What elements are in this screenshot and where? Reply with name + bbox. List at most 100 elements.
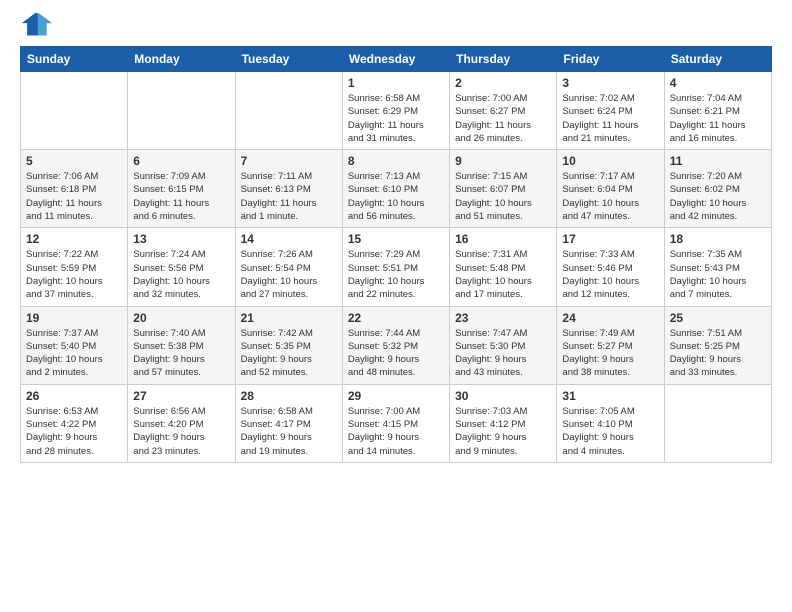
day-info: Sunrise: 7:24 AM Sunset: 5:56 PM Dayligh… [133, 248, 229, 301]
day-info: Sunrise: 7:44 AM Sunset: 5:32 PM Dayligh… [348, 327, 444, 380]
day-number: 25 [670, 311, 766, 325]
day-number: 14 [241, 232, 337, 246]
week-row-5: 26 Sunrise: 6:53 AM Sunset: 4:22 PM Dayli… [21, 384, 772, 462]
calendar-cell: 8 Sunrise: 7:13 AM Sunset: 6:10 PM Daylig… [342, 150, 449, 228]
calendar-cell: 4 Sunrise: 7:04 AM Sunset: 6:21 PM Daylig… [664, 72, 771, 150]
week-row-1: 1 Sunrise: 6:58 AM Sunset: 6:29 PM Daylig… [21, 72, 772, 150]
calendar-cell: 29 Sunrise: 7:00 AM Sunset: 4:15 PM Dayli… [342, 384, 449, 462]
calendar-cell: 17 Sunrise: 7:33 AM Sunset: 5:46 PM Dayli… [557, 228, 664, 306]
calendar-cell: 27Sunrise: 6:56 AM Sunset: 4:20 PM Dayli… [128, 384, 235, 462]
day-number: 7 [241, 154, 337, 168]
day-number: 31 [562, 389, 658, 403]
calendar-cell: 19 Sunrise: 7:37 AM Sunset: 5:40 PM Dayli… [21, 306, 128, 384]
day-info: Sunrise: 7:33 AM Sunset: 5:46 PM Dayligh… [562, 248, 658, 301]
day-info: Sunrise: 7:49 AM Sunset: 5:27 PM Dayligh… [562, 327, 658, 380]
calendar-cell [235, 72, 342, 150]
day-info: Sunrise: 7:02 AM Sunset: 6:24 PM Dayligh… [562, 92, 658, 145]
day-info: Sunrise: 7:04 AM Sunset: 6:21 PM Dayligh… [670, 92, 766, 145]
weekday-header-tuesday: Tuesday [235, 47, 342, 72]
calendar-cell: 15 Sunrise: 7:29 AM Sunset: 5:51 PM Dayli… [342, 228, 449, 306]
calendar: SundayMondayTuesdayWednesdayThursdayFrid… [20, 46, 772, 463]
day-number: 17 [562, 232, 658, 246]
weekday-header-row: SundayMondayTuesdayWednesdayThursdayFrid… [21, 47, 772, 72]
calendar-cell: 26 Sunrise: 6:53 AM Sunset: 4:22 PM Dayli… [21, 384, 128, 462]
calendar-cell: 1 Sunrise: 6:58 AM Sunset: 6:29 PM Daylig… [342, 72, 449, 150]
weekday-header-thursday: Thursday [450, 47, 557, 72]
day-info: Sunrise: 6:53 AM Sunset: 4:22 PM Dayligh… [26, 405, 122, 458]
day-number: 8 [348, 154, 444, 168]
calendar-cell: 28 Sunrise: 6:58 AM Sunset: 4:17 PM Dayli… [235, 384, 342, 462]
day-info: Sunrise: 7:47 AM Sunset: 5:30 PM Dayligh… [455, 327, 551, 380]
day-number: 16 [455, 232, 551, 246]
logo [20, 10, 56, 38]
day-info: Sunrise: 7:40 AM Sunset: 5:38 PM Dayligh… [133, 327, 229, 380]
header [20, 10, 772, 38]
calendar-cell: 30Sunrise: 7:03 AM Sunset: 4:12 PM Dayli… [450, 384, 557, 462]
calendar-cell [21, 72, 128, 150]
week-row-3: 12 Sunrise: 7:22 AM Sunset: 5:59 PM Dayli… [21, 228, 772, 306]
day-number: 29 [348, 389, 444, 403]
calendar-cell: 13 Sunrise: 7:24 AM Sunset: 5:56 PM Dayli… [128, 228, 235, 306]
weekday-header-wednesday: Wednesday [342, 47, 449, 72]
day-info: Sunrise: 7:15 AM Sunset: 6:07 PM Dayligh… [455, 170, 551, 223]
day-info: Sunrise: 7:06 AM Sunset: 6:18 PM Dayligh… [26, 170, 122, 223]
day-number: 21 [241, 311, 337, 325]
day-number: 4 [670, 76, 766, 90]
calendar-cell: 12 Sunrise: 7:22 AM Sunset: 5:59 PM Dayli… [21, 228, 128, 306]
calendar-cell: 31 Sunrise: 7:05 AM Sunset: 4:10 PM Dayli… [557, 384, 664, 462]
day-info: Sunrise: 6:58 AM Sunset: 4:17 PM Dayligh… [241, 405, 337, 458]
calendar-cell: 25 Sunrise: 7:51 AM Sunset: 5:25 PM Dayli… [664, 306, 771, 384]
day-number: 9 [455, 154, 551, 168]
day-number: 24 [562, 311, 658, 325]
day-number: 19 [26, 311, 122, 325]
day-info: Sunrise: 7:22 AM Sunset: 5:59 PM Dayligh… [26, 248, 122, 301]
day-number: 26 [26, 389, 122, 403]
day-info: Sunrise: 7:17 AM Sunset: 6:04 PM Dayligh… [562, 170, 658, 223]
day-info: Sunrise: 7:37 AM Sunset: 5:40 PM Dayligh… [26, 327, 122, 380]
calendar-cell: 22 Sunrise: 7:44 AM Sunset: 5:32 PM Dayli… [342, 306, 449, 384]
week-row-2: 5Sunrise: 7:06 AM Sunset: 6:18 PM Daylig… [21, 150, 772, 228]
day-number: 12 [26, 232, 122, 246]
day-info: Sunrise: 7:42 AM Sunset: 5:35 PM Dayligh… [241, 327, 337, 380]
day-number: 6 [133, 154, 229, 168]
weekday-header-sunday: Sunday [21, 47, 128, 72]
calendar-cell: 2Sunrise: 7:00 AM Sunset: 6:27 PM Daylig… [450, 72, 557, 150]
day-info: Sunrise: 7:11 AM Sunset: 6:13 PM Dayligh… [241, 170, 337, 223]
page: SundayMondayTuesdayWednesdayThursdayFrid… [0, 0, 792, 483]
calendar-cell: 7 Sunrise: 7:11 AM Sunset: 6:13 PM Daylig… [235, 150, 342, 228]
calendar-cell: 16Sunrise: 7:31 AM Sunset: 5:48 PM Dayli… [450, 228, 557, 306]
day-number: 15 [348, 232, 444, 246]
day-number: 22 [348, 311, 444, 325]
logo-icon [20, 10, 52, 38]
day-number: 18 [670, 232, 766, 246]
day-info: Sunrise: 7:13 AM Sunset: 6:10 PM Dayligh… [348, 170, 444, 223]
calendar-cell: 3Sunrise: 7:02 AM Sunset: 6:24 PM Daylig… [557, 72, 664, 150]
weekday-header-saturday: Saturday [664, 47, 771, 72]
calendar-cell: 5Sunrise: 7:06 AM Sunset: 6:18 PM Daylig… [21, 150, 128, 228]
day-info: Sunrise: 7:20 AM Sunset: 6:02 PM Dayligh… [670, 170, 766, 223]
day-number: 20 [133, 311, 229, 325]
day-number: 11 [670, 154, 766, 168]
calendar-cell: 20 Sunrise: 7:40 AM Sunset: 5:38 PM Dayli… [128, 306, 235, 384]
day-info: Sunrise: 7:26 AM Sunset: 5:54 PM Dayligh… [241, 248, 337, 301]
day-info: Sunrise: 7:51 AM Sunset: 5:25 PM Dayligh… [670, 327, 766, 380]
calendar-cell: 6Sunrise: 7:09 AM Sunset: 6:15 PM Daylig… [128, 150, 235, 228]
calendar-cell: 24 Sunrise: 7:49 AM Sunset: 5:27 PM Dayli… [557, 306, 664, 384]
calendar-cell: 10 Sunrise: 7:17 AM Sunset: 6:04 PM Dayli… [557, 150, 664, 228]
day-number: 30 [455, 389, 551, 403]
day-number: 28 [241, 389, 337, 403]
calendar-cell: 9 Sunrise: 7:15 AM Sunset: 6:07 PM Daylig… [450, 150, 557, 228]
day-number: 13 [133, 232, 229, 246]
calendar-cell [664, 384, 771, 462]
day-number: 10 [562, 154, 658, 168]
day-number: 2 [455, 76, 551, 90]
week-row-4: 19 Sunrise: 7:37 AM Sunset: 5:40 PM Dayli… [21, 306, 772, 384]
calendar-cell: 14 Sunrise: 7:26 AM Sunset: 5:54 PM Dayli… [235, 228, 342, 306]
day-info: Sunrise: 7:00 AM Sunset: 4:15 PM Dayligh… [348, 405, 444, 458]
day-info: Sunrise: 7:29 AM Sunset: 5:51 PM Dayligh… [348, 248, 444, 301]
calendar-cell: 23Sunrise: 7:47 AM Sunset: 5:30 PM Dayli… [450, 306, 557, 384]
day-info: Sunrise: 7:05 AM Sunset: 4:10 PM Dayligh… [562, 405, 658, 458]
calendar-cell: 21 Sunrise: 7:42 AM Sunset: 5:35 PM Dayli… [235, 306, 342, 384]
day-number: 1 [348, 76, 444, 90]
day-info: Sunrise: 6:58 AM Sunset: 6:29 PM Dayligh… [348, 92, 444, 145]
